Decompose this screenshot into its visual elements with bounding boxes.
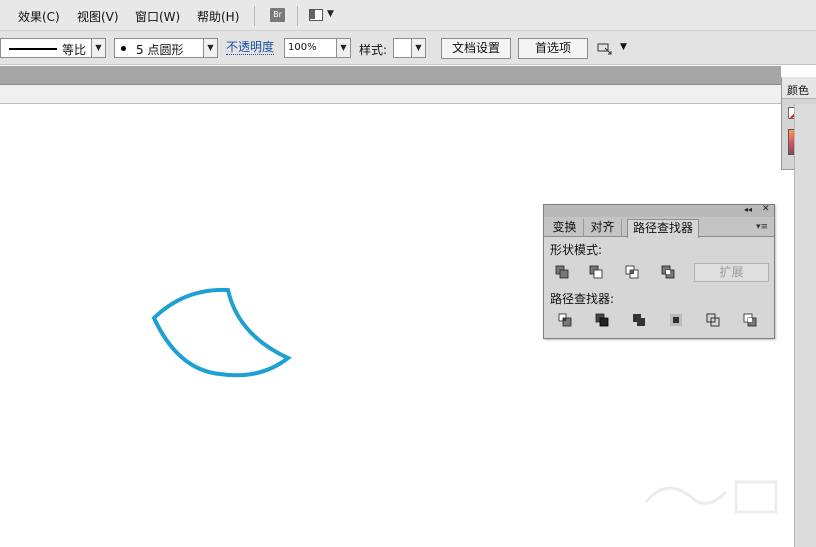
opacity-label[interactable]: 不透明度 [226, 41, 275, 55]
menu-divider [297, 6, 298, 26]
exclude-icon[interactable] [661, 265, 675, 279]
menu-view[interactable]: 视图(V) [77, 8, 119, 25]
opacity-value: 100% [288, 42, 317, 53]
vertical-scrollbar[interactable] [794, 104, 816, 547]
workspace-switcher-icon[interactable] [309, 9, 323, 21]
document-tab-strip [0, 66, 781, 85]
close-icon[interactable]: ✕ [762, 204, 770, 214]
brush-value: 5 点圆形 [136, 43, 184, 57]
isolate-icon[interactable] [597, 43, 613, 55]
collapse-icon[interactable]: ◂◂ [744, 205, 752, 214]
expand-button[interactable]: 扩展 [694, 263, 769, 282]
style-label: 样式: [359, 43, 388, 57]
crop-icon[interactable] [669, 313, 683, 327]
panel-menu-icon[interactable]: ▾≡ [756, 222, 768, 232]
chevron-down-icon[interactable]: ▼ [203, 38, 218, 58]
stroke-profile-select[interactable]: 等比 [0, 38, 92, 58]
merge-icon[interactable] [632, 313, 646, 327]
color-panel-header[interactable]: 颜色 [782, 77, 816, 99]
preferences-button[interactable]: 首选项 [518, 38, 588, 59]
watermark-graphic [644, 480, 778, 514]
graphic-style-swatch[interactable] [393, 38, 412, 58]
unite-icon[interactable] [555, 265, 569, 279]
brush-dot-icon [121, 46, 126, 51]
panel-tabs: 变换 对齐 路径查找器 ▾≡ [544, 217, 774, 238]
chevron-down-icon[interactable]: ▼ [327, 9, 334, 19]
pathfinders-label: 路径查找器: [550, 292, 615, 306]
chevron-down-icon[interactable]: ▼ [411, 38, 426, 58]
tab-pathfinder[interactable]: 路径查找器 [627, 219, 699, 238]
chevron-down-icon[interactable]: ▼ [336, 38, 351, 58]
canvas-ruler-area [0, 85, 781, 104]
chevron-down-icon[interactable]: ▼ [91, 38, 106, 58]
color-panel-title: 颜色 [787, 84, 809, 97]
bridge-icon[interactable]: Br [270, 8, 285, 22]
document-setup-button[interactable]: 文档设置 [441, 38, 511, 59]
stroke-profile-preview [9, 48, 57, 50]
brush-select[interactable]: 5 点圆形 [114, 38, 204, 58]
crescent-path [151, 287, 292, 378]
pathfinder-panel: ◂◂ ✕ 变换 对齐 路径查找器 ▾≡ 形状模式: 扩展 路径查找器: [543, 204, 775, 339]
menu-divider [254, 6, 255, 26]
panel-titlebar[interactable]: ◂◂ ✕ [544, 204, 774, 217]
chevron-down-icon[interactable]: ▼ [620, 42, 627, 52]
minus-back-icon[interactable] [743, 313, 757, 327]
shape-modes-label: 形状模式: [550, 243, 603, 257]
outline-icon[interactable] [706, 313, 720, 327]
tab-align[interactable]: 对齐 [584, 219, 622, 237]
artwork-shape[interactable] [140, 280, 300, 385]
menu-window[interactable]: 窗口(W) [135, 8, 180, 25]
intersect-icon[interactable] [625, 265, 639, 279]
opacity-input[interactable]: 100% [284, 38, 337, 58]
divide-icon[interactable] [558, 313, 572, 327]
menu-help[interactable]: 帮助(H) [197, 8, 239, 25]
tab-transform[interactable]: 变换 [546, 219, 584, 237]
control-bar: 等比 ▼ 5 点圆形 ▼ 不透明度 100% ▼ 样式: ▼ 文档设置 首选项 … [0, 31, 816, 65]
menu-effect[interactable]: 效果(C) [18, 8, 60, 25]
minus-front-icon[interactable] [589, 265, 603, 279]
trim-icon[interactable] [595, 313, 609, 327]
menu-bar: 效果(C) 视图(V) 窗口(W) 帮助(H) Br ▼ [0, 0, 816, 31]
stroke-profile-value: 等比 [62, 43, 87, 57]
